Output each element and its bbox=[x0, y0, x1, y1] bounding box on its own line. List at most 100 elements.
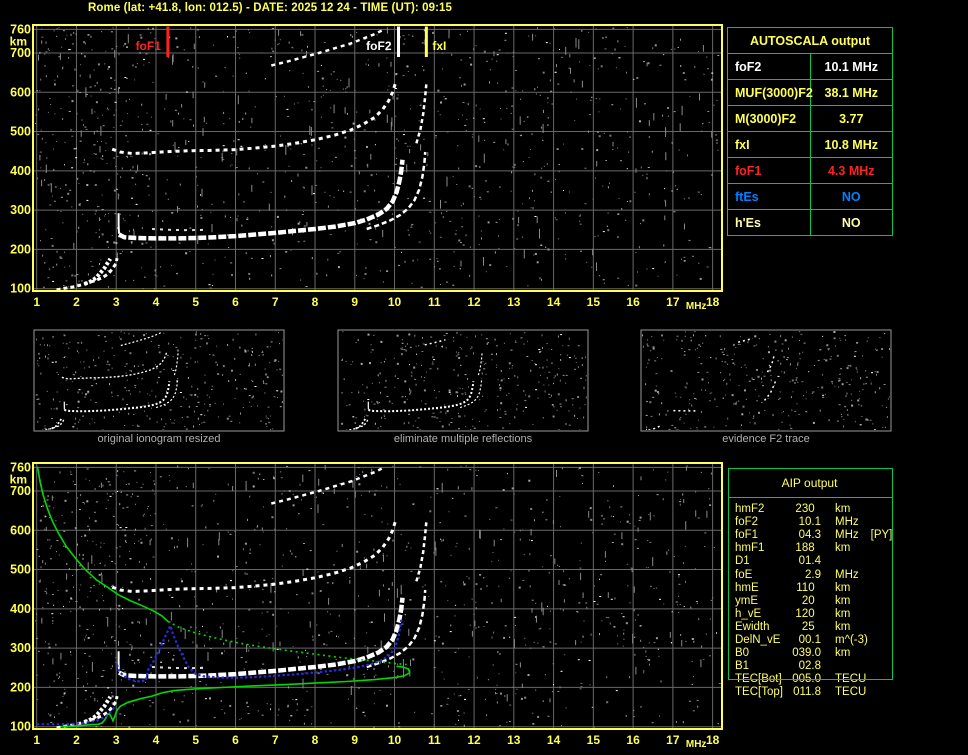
thumbnail-1 bbox=[337, 329, 589, 432]
thumbnail-0 bbox=[33, 329, 285, 432]
aip-row-foE: foE 2.9 MHz bbox=[735, 568, 859, 581]
y-tick-label: 200 bbox=[10, 242, 31, 256]
autoscala-output-table: AUTOSCALA output foF2 10.1 MHz MUF(3000)F2… bbox=[727, 27, 893, 236]
x-tick-label: 5 bbox=[192, 295, 199, 309]
y-tick-label: 200 bbox=[10, 680, 31, 694]
y-tick-label: 300 bbox=[10, 641, 31, 655]
x-tick-label: 6 bbox=[232, 295, 239, 309]
page-title: Rome (lat: +41.8, lon: 012.5) - DATE: 20… bbox=[88, 2, 453, 14]
x-tick-label: 12 bbox=[467, 733, 481, 747]
x-tick-label: 4 bbox=[153, 295, 160, 309]
x-tick-label: 18 bbox=[706, 295, 720, 309]
x-tick-label: 10 bbox=[388, 295, 402, 309]
y-tick-label: 500 bbox=[10, 563, 31, 577]
x-tick-label: 7 bbox=[272, 733, 279, 747]
autoscala-row-6: h'Es NO bbox=[727, 209, 893, 236]
aip-row-ymE: ymE 20 km bbox=[735, 594, 851, 607]
thumbnail-caption-evidence: evidence F2 trace bbox=[722, 433, 810, 445]
aip-row-foF2: foF2 10.1 MHz bbox=[735, 516, 859, 529]
marker-label-fxI: fxI bbox=[432, 39, 446, 53]
aip-row-Ewidth: Ewidth 25 km bbox=[735, 620, 851, 633]
autoscala-row-1: MUF(3000)F2 38.1 MHz bbox=[727, 79, 893, 106]
autoscala-row-0: foF2 10.1 MHz bbox=[727, 53, 893, 80]
x-tick-label: 2 bbox=[73, 295, 80, 309]
autoscala-param-value: NO bbox=[809, 183, 893, 210]
y-tick-label: 400 bbox=[10, 164, 31, 178]
autoscala-param-value: NO bbox=[809, 209, 893, 236]
marker-label-foF1: foF1 bbox=[136, 39, 162, 53]
autoscala-row-5: ftEs NO bbox=[727, 183, 893, 210]
x-tick-label: 5 bbox=[192, 733, 199, 747]
x-tick-label: 9 bbox=[351, 295, 358, 309]
x-tick-label: 10 bbox=[388, 733, 402, 747]
aip-row-B1: B1 02.8 bbox=[735, 660, 821, 673]
thumbnail-caption-original: original ionogram resized bbox=[97, 433, 221, 445]
x-tick-label: 1 bbox=[33, 733, 40, 747]
aip-row-hmE: hmE 110 km bbox=[735, 581, 851, 594]
top-ionogram-plot: foF1 foF2 fxI1 2 3 4 5 6 7 8 9 10 11 12 13 14 15 16 17 18MH… bbox=[10, 22, 723, 312]
autoscala-param-value: 3.77 bbox=[809, 105, 893, 132]
aip-row-DelN_vE: DelN_vE 00.1 m^(-3) bbox=[735, 634, 868, 646]
bottom-ionogram-plot: 1 2 3 4 5 6 7 8 9 10 11 12 13 14 15 16 17 18MHz7607006005… bbox=[10, 460, 723, 750]
thumbnail-2 bbox=[640, 329, 892, 432]
y-axis-unit: km bbox=[10, 34, 27, 48]
x-tick-label: 13 bbox=[507, 733, 521, 747]
autoscala-param-label: fxI bbox=[727, 131, 811, 158]
x-tick-label: 17 bbox=[666, 733, 680, 747]
autoscala-param-label: h'Es bbox=[727, 209, 811, 236]
autoscala-param-label: MUF(3000)F2 bbox=[727, 79, 813, 106]
y-tick-label: 500 bbox=[10, 125, 31, 139]
aip-row-D1: D1 01.4 bbox=[735, 555, 821, 568]
thumbnail-caption-eliminate: eliminate multiple reflections bbox=[393, 433, 533, 445]
aip-row-B0: B0 039.0 km bbox=[735, 647, 851, 660]
x-tick-label: 4 bbox=[153, 733, 160, 747]
aip-output-panel: AIP output hmF2 230 km foF2 10.1 MHz foF1 04.3… bbox=[727, 468, 907, 708]
autoscala-row-4: foF1 4.3 MHz bbox=[727, 157, 893, 184]
x-tick-label: 9 bbox=[351, 733, 358, 747]
autoscala-param-label: M(3000)F2 bbox=[727, 105, 811, 132]
x-tick-label: 12 bbox=[467, 295, 481, 309]
y-axis-unit: km bbox=[10, 472, 27, 486]
x-tick-label: 7 bbox=[272, 295, 279, 309]
x-tick-label: 15 bbox=[587, 733, 601, 747]
x-tick-label: 2 bbox=[73, 733, 80, 747]
aip-row-hmF2: hmF2 230 km bbox=[735, 503, 851, 515]
aip-panel-title: AIP output bbox=[781, 476, 838, 490]
x-tick-label: 3 bbox=[113, 733, 120, 747]
x-tick-label: 16 bbox=[626, 295, 640, 309]
x-axis-unit: MHz bbox=[686, 301, 707, 312]
x-tick-label: 1 bbox=[33, 295, 40, 309]
y-tick-label: 600 bbox=[10, 523, 31, 537]
x-tick-label: 11 bbox=[428, 733, 441, 747]
aip-row-TEC[Bot]: TEC[Bot] 005.0 TECU bbox=[735, 673, 867, 686]
x-axis-unit: MHz bbox=[686, 739, 707, 750]
x-tick-label: 8 bbox=[312, 733, 319, 747]
autoscala-param-value: 10.1 MHz bbox=[809, 53, 893, 80]
x-tick-label: 18 bbox=[706, 733, 720, 747]
x-tick-label: 13 bbox=[507, 295, 521, 309]
x-tick-label: 3 bbox=[113, 295, 120, 309]
autoscala-param-label: ftEs bbox=[727, 183, 811, 210]
aip-row-TEC[Top]: TEC[Top] 011.8 TECU bbox=[735, 686, 867, 699]
autoscala-param-value: 4.3 MHz bbox=[809, 157, 893, 184]
y-tick-label: 400 bbox=[10, 602, 31, 616]
x-tick-label: 11 bbox=[428, 295, 441, 309]
y-tick-label: 300 bbox=[10, 203, 31, 217]
autoscala-screen: foF1 foF2 fxI 1 2 3 4 5 6 7 8 9 10 11 12 13 14 15 16 17 18 MH… bbox=[0, 0, 968, 755]
x-tick-label: 6 bbox=[232, 733, 239, 747]
autoscala-table-title: AUTOSCALA output bbox=[727, 27, 893, 54]
y-tick-label: 600 bbox=[10, 85, 31, 99]
autoscala-row-2: M(3000)F2 3.77 bbox=[727, 105, 893, 132]
marker-label-foF2: foF2 bbox=[366, 39, 392, 53]
aip-row-hmF1: hmF1 188 km bbox=[735, 542, 851, 555]
autoscala-param-value: 38.1 MHz bbox=[809, 79, 893, 106]
x-tick-label: 16 bbox=[626, 733, 640, 747]
x-tick-label: 8 bbox=[312, 295, 319, 309]
aip-row-foF1: foF1 04.3 MHz [PY] bbox=[735, 529, 893, 542]
y-tick-label: 100 bbox=[10, 282, 31, 296]
y-tick-label: 100 bbox=[10, 720, 31, 734]
autoscala-row-3: fxI 10.8 MHz bbox=[727, 131, 893, 158]
autoscala-param-label: foF1 bbox=[727, 157, 811, 184]
aip-row-h_vE: h_vE 120 km bbox=[735, 607, 851, 620]
x-tick-label: 14 bbox=[547, 295, 561, 309]
